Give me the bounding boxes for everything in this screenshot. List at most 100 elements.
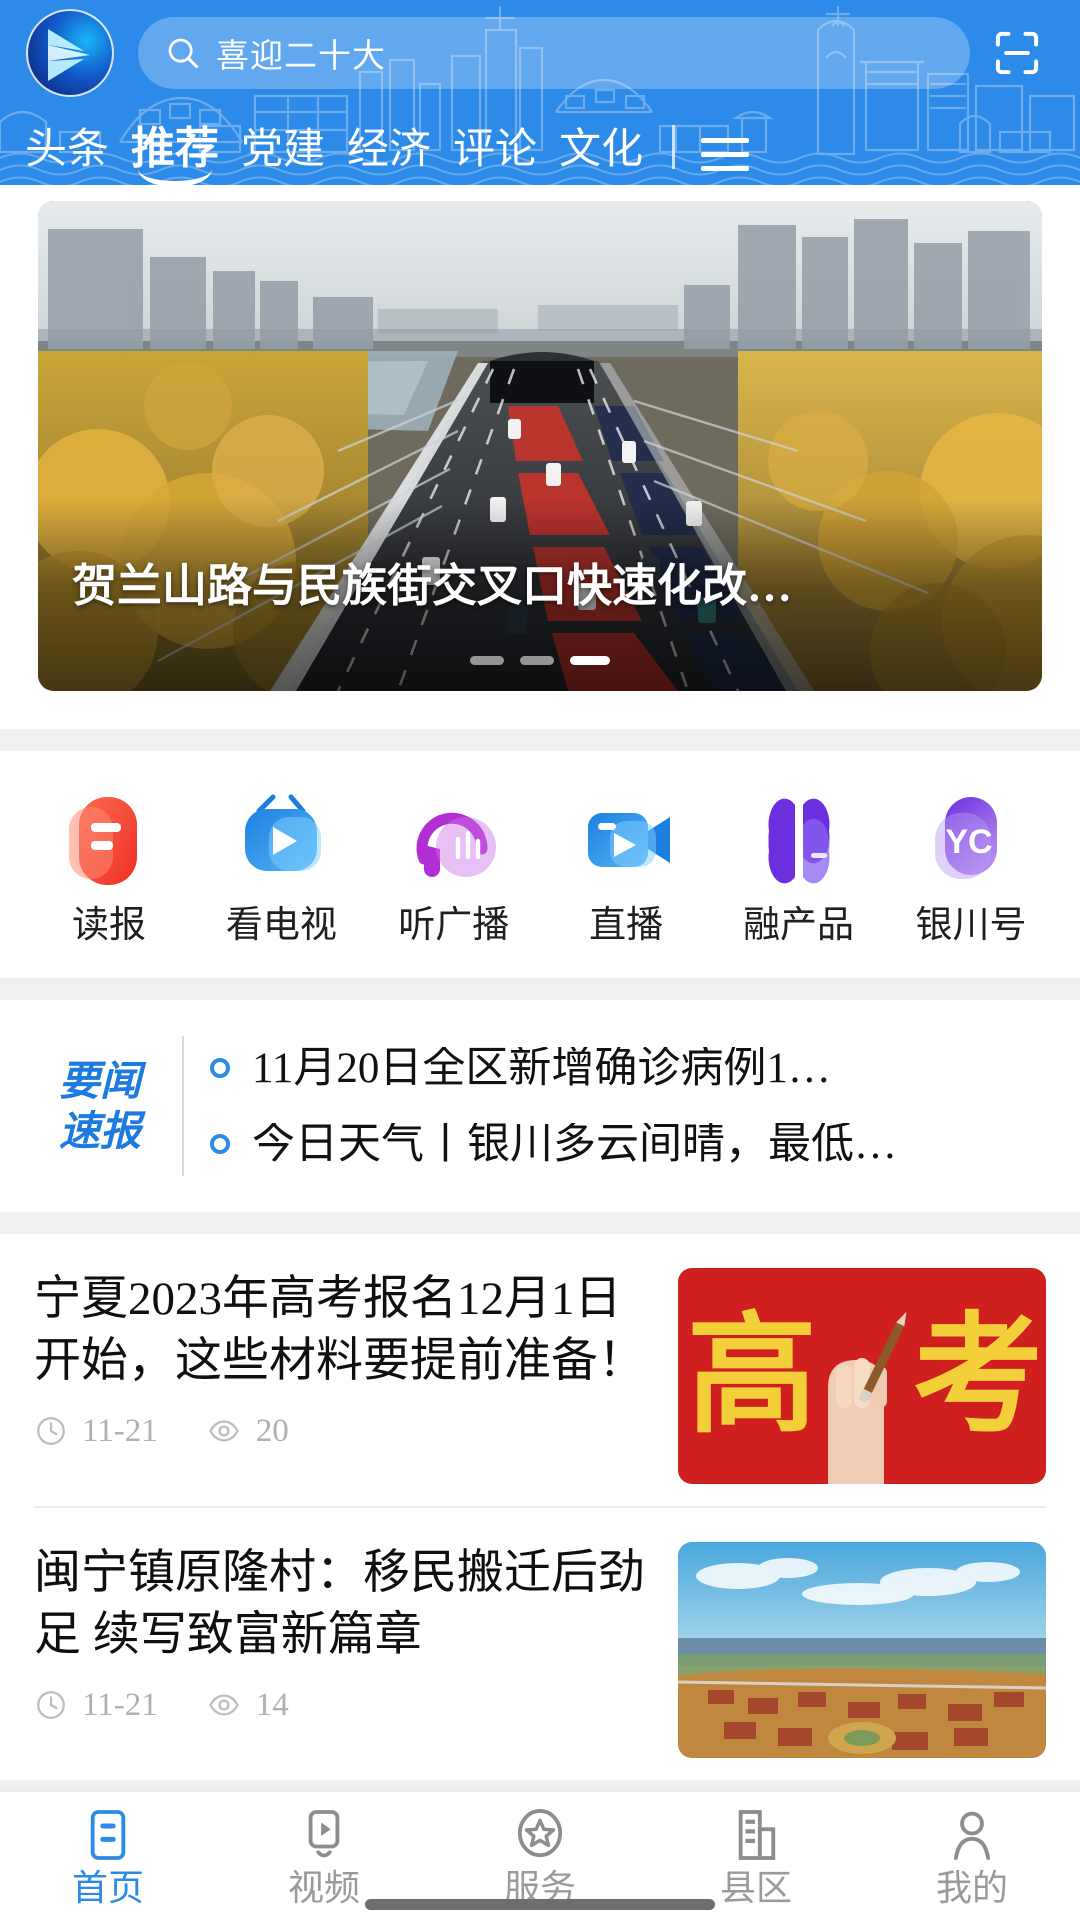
shortcut-label: 听广播 <box>398 905 510 946</box>
four-leaf-grid-icon <box>724 791 874 891</box>
hero-carousel-card: 贺兰山路与民族街交叉口快速化改… <box>0 185 1080 729</box>
tab-pinglun[interactable]: 评论 <box>442 129 548 185</box>
news-title: 宁夏2023年高考报名12月1日开始，这些材料要提前准备！ <box>34 1273 645 1388</box>
gaokao-banner-image: 高 考 <box>678 1268 1046 1484</box>
tab-label: 头条 <box>25 127 110 173</box>
header-top-row: 喜迎二十大 <box>0 0 1080 105</box>
nav-label: 首页 <box>71 1868 144 1908</box>
logo-chevron-mark <box>48 28 90 81</box>
clock-icon <box>37 1417 65 1445</box>
hero-caption-text: 贺兰山路与民族街交叉口快速化改… <box>72 561 793 611</box>
section-gap <box>0 978 1080 1000</box>
shortcut-label: 读报 <box>72 905 146 946</box>
news-date: 11-21 <box>82 1686 158 1723</box>
nav-item-service[interactable]: 服务 <box>432 1806 648 1906</box>
video-camera-icon <box>551 791 701 891</box>
nav-label: 我的 <box>935 1868 1008 1908</box>
news-meta: 11-21 14 <box>34 1688 652 1722</box>
nav-item-video[interactable]: 视频 <box>216 1806 432 1906</box>
video-play-icon <box>216 1806 432 1864</box>
ticker-badge-line1: 要闻 <box>59 1057 141 1104</box>
news-meta: 11-21 20 <box>34 1414 652 1448</box>
ticker-badge: 要闻 速报 <box>34 1056 166 1156</box>
app-logo[interactable] <box>26 8 114 97</box>
scan-button[interactable] <box>980 17 1054 89</box>
app-header: 喜迎二十大 头条 推荐 党建 经济 评论 文化 <box>0 0 1080 185</box>
scan-qr-icon <box>995 31 1039 74</box>
news-ticker[interactable]: 要闻 速报 11月20日全区新增确诊病例1… 今日天气丨银川多云间晴，最低… <box>0 1000 1080 1212</box>
buildings-icon <box>648 1806 864 1864</box>
search-icon <box>168 38 199 68</box>
carousel-dot-3-active[interactable] <box>570 656 610 665</box>
bullet-icon <box>210 1134 230 1154</box>
shortcut-label: 看电视 <box>225 905 337 946</box>
carousel-pagination-dots[interactable] <box>470 656 610 665</box>
news-views: 20 <box>255 1412 289 1449</box>
tab-dangjian[interactable]: 党建 <box>230 129 336 185</box>
home-document-icon <box>0 1806 216 1864</box>
tab-label: 推荐 <box>131 124 220 173</box>
news-thumbnail[interactable]: 高 考 <box>678 1268 1046 1484</box>
tab-label: 文化 <box>559 127 644 173</box>
ticker-items: 11月20日全区新增确诊病例1… 今日天气丨银川多云间晴，最低… <box>210 1030 1046 1182</box>
hamburger-menu-icon[interactable] <box>693 138 751 185</box>
news-date: 11-21 <box>82 1412 158 1449</box>
section-gap <box>0 1212 1080 1234</box>
shortcut-tingguangbo[interactable]: 听广播 <box>379 791 529 944</box>
shortcut-yinchuanhao[interactable]: YC 银川号 <box>896 791 1046 944</box>
shortcut-kandianshi[interactable]: 看电视 <box>206 791 356 944</box>
news-title: 闽宁镇原隆村：移民搬迁后劲足 续写致富新篇章 <box>34 1547 645 1662</box>
eye-icon <box>208 1694 239 1716</box>
eye-icon <box>208 1420 239 1442</box>
tab-jingji[interactable]: 经济 <box>336 129 442 185</box>
home-indicator <box>365 1899 715 1910</box>
shortcut-rongchanpin[interactable]: 融产品 <box>724 791 874 944</box>
ticker-item-text: 今日天气丨银川多云间晴，最低… <box>252 1122 897 1166</box>
hero-carousel[interactable]: 贺兰山路与民族街交叉口快速化改… <box>38 201 1042 691</box>
bullet-icon <box>210 1058 230 1078</box>
carousel-dot-1[interactable] <box>470 656 504 665</box>
news-item-body: 宁夏2023年高考报名12月1日开始，这些材料要提前准备！ 11-21 20 <box>34 1268 652 1448</box>
shortcut-zhibo[interactable]: 直播 <box>551 791 701 944</box>
menu-bar-3 <box>701 166 750 171</box>
ticker-item[interactable]: 今日天气丨银川多云间晴，最低… <box>210 1106 1046 1182</box>
main-feed[interactable]: 贺兰山路与民族街交叉口快速化改… 读报 看电视 听广播 直播 融产品 YC 银川… <box>0 185 1080 1830</box>
section-gap <box>0 729 1080 751</box>
person-profile-icon <box>864 1806 1080 1864</box>
newspaper-icon <box>34 791 184 891</box>
active-tab-indicator <box>138 169 213 185</box>
television-icon <box>206 791 356 891</box>
tab-label: 党建 <box>241 127 326 173</box>
nav-item-home[interactable]: 首页 <box>0 1806 216 1906</box>
ticker-item[interactable]: 11月20日全区新增确诊病例1… <box>210 1030 1046 1106</box>
news-item-body: 闽宁镇原隆村：移民搬迁后劲足 续写致富新篇章 11-21 14 <box>34 1542 652 1722</box>
news-list: 宁夏2023年高考报名12月1日开始，这些材料要提前准备！ 11-21 20 高… <box>0 1234 1080 1780</box>
shortcut-label: 银川号 <box>915 905 1027 946</box>
nav-item-county[interactable]: 县区 <box>648 1806 864 1906</box>
tab-divider <box>672 125 676 169</box>
menu-bar-2 <box>701 152 750 157</box>
news-views: 14 <box>255 1686 289 1723</box>
shortcut-grid: 读报 看电视 听广播 直播 融产品 YC 银川号 <box>0 751 1080 978</box>
tab-toutiao[interactable]: 头条 <box>14 129 120 185</box>
tab-wenhua[interactable]: 文化 <box>548 129 654 185</box>
ticker-divider <box>182 1036 184 1176</box>
news-item[interactable]: 宁夏2023年高考报名12月1日开始，这些材料要提前准备！ 11-21 20 高… <box>34 1234 1046 1508</box>
village-aerial-image <box>678 1542 1046 1758</box>
tab-label: 评论 <box>453 127 538 173</box>
news-item[interactable]: 闽宁镇原隆村：移民搬迁后劲足 续写致富新篇章 11-21 14 <box>34 1508 1046 1780</box>
menu-bar-1 <box>701 138 750 143</box>
tab-tuijian[interactable]: 推荐 <box>120 127 230 185</box>
shortcut-label: 直播 <box>589 905 664 946</box>
svg-text:YC: YC <box>945 823 992 861</box>
category-tab-bar[interactable]: 头条 推荐 党建 经济 评论 文化 <box>0 105 1080 185</box>
carousel-dot-2[interactable] <box>520 656 554 665</box>
nav-item-profile[interactable]: 我的 <box>864 1806 1080 1906</box>
star-service-icon <box>432 1806 648 1864</box>
shortcut-dubao[interactable]: 读报 <box>34 791 184 944</box>
search-input[interactable]: 喜迎二十大 <box>138 16 970 89</box>
svg-text:考: 考 <box>913 1305 1043 1449</box>
ticker-badge-line2: 速报 <box>59 1108 141 1154</box>
clock-icon <box>37 1691 65 1719</box>
news-thumbnail[interactable] <box>678 1542 1046 1758</box>
